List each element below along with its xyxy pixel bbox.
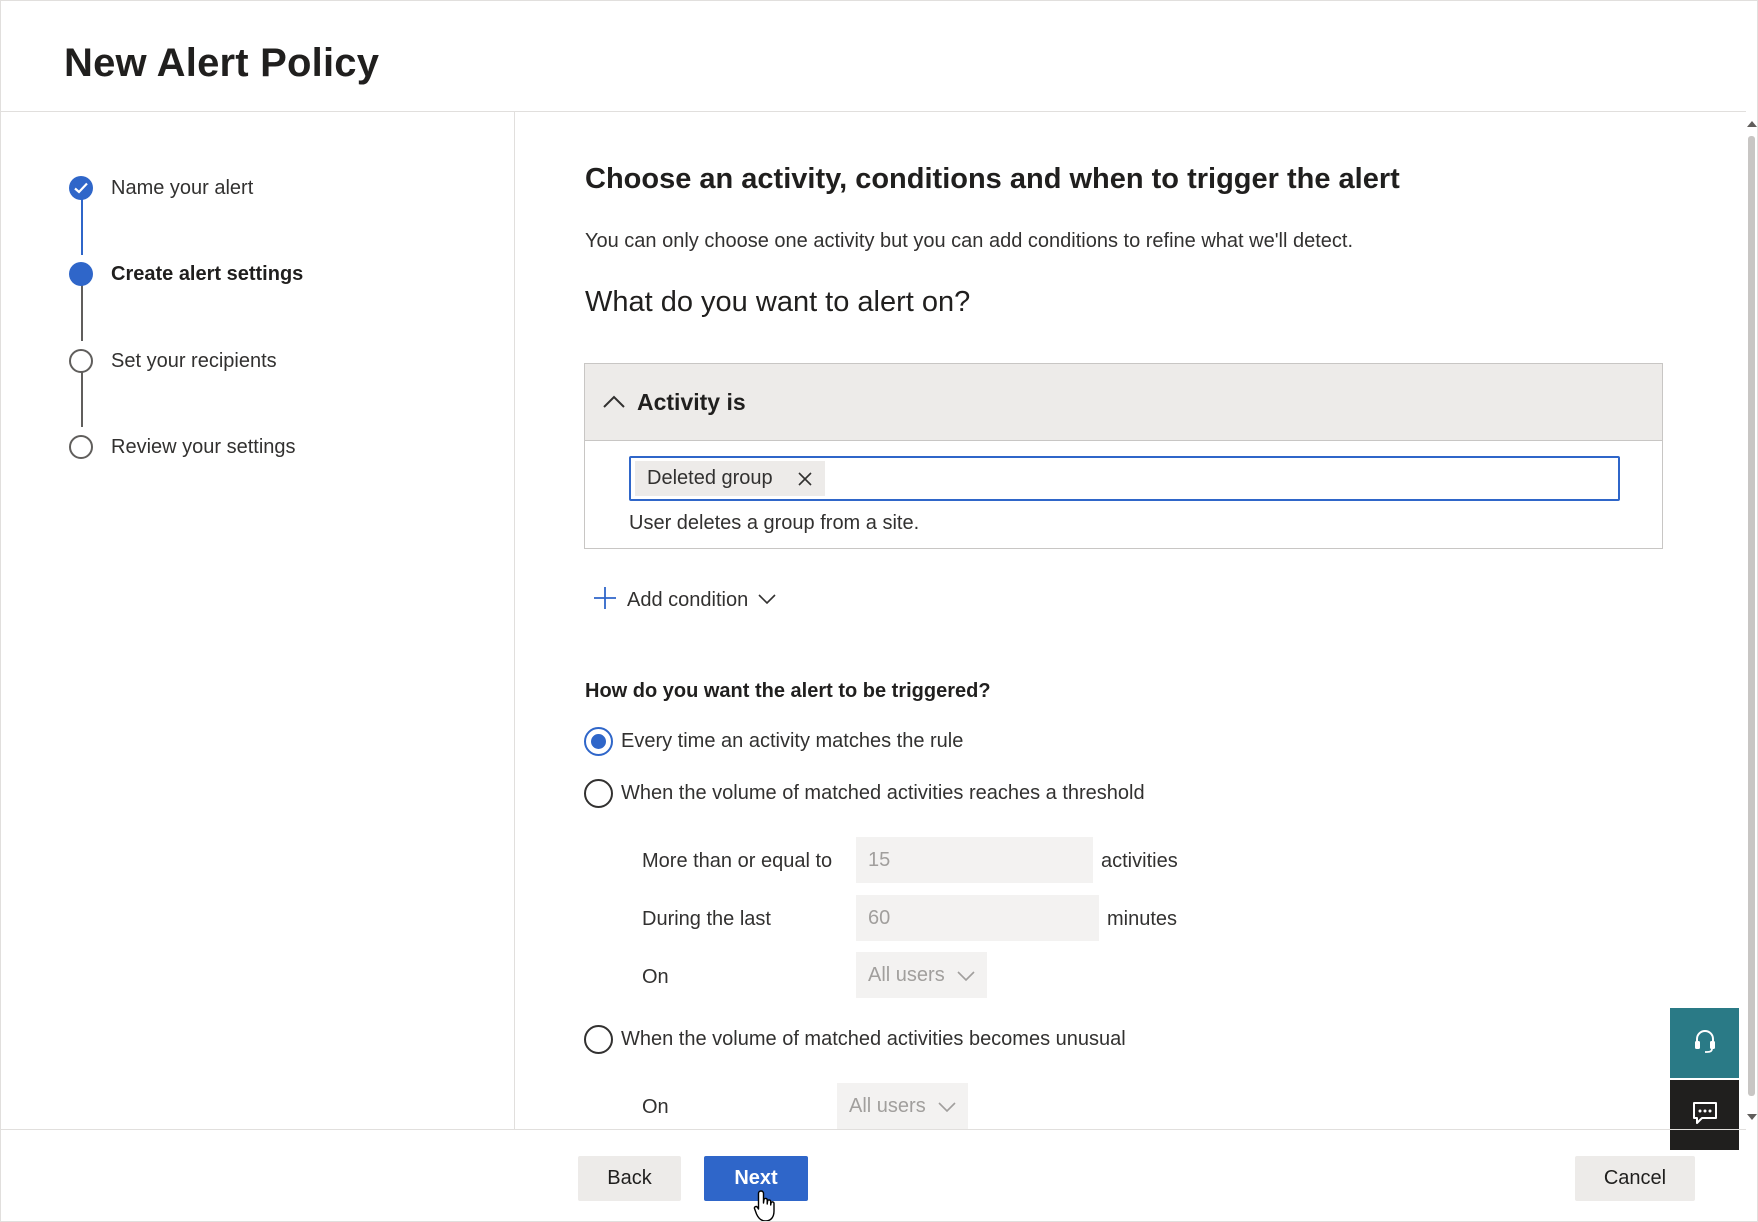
radio-unusual[interactable]: When the volume of matched activities be… [584,1024,1126,1054]
footer-divider [1,1129,1746,1130]
threshold-users-dropdown[interactable]: All users [856,952,987,998]
activity-description: User deletes a group from a site. [629,512,920,534]
threshold-count-input[interactable]: 15 [856,837,1093,883]
scroll-down-icon[interactable] [1747,1114,1757,1121]
scroll-up-icon[interactable] [1747,120,1757,127]
threshold-count-unit: activities [1101,850,1178,872]
feedback-icon [1692,1101,1718,1130]
alert-policy-wizard: New Alert Policy Name your alert Create … [0,0,1758,1222]
alert-on-heading: What do you want to alert on? [585,286,971,318]
unusual-users-dropdown[interactable]: All users [837,1083,968,1129]
radio-label: When the volume of matched activities re… [621,781,1145,804]
current-step-icon [69,262,93,286]
step-set-your-recipients[interactable]: Set your recipients [69,347,277,375]
help-button[interactable] [1670,1008,1739,1078]
activity-header-label: Activity is [637,388,746,415]
step-name-your-alert[interactable]: Name your alert [69,174,253,202]
vertical-scrollbar[interactable] [1744,112,1757,1129]
dropdown-value: All users [849,1094,926,1117]
more-than-label: More than or equal to [642,850,833,872]
activity-panel: Activity is Deleted group User deletes a… [584,363,1663,549]
trigger-question: How do you want the alert to be triggere… [585,680,991,702]
step-create-alert-settings[interactable]: Create alert settings [69,260,303,288]
section-heading: Choose an activity, conditions and when … [585,163,1400,195]
header-divider [1,111,1746,112]
step-label: Name your alert [111,176,254,199]
step-label: Create alert settings [111,262,304,285]
checkmark-icon [69,176,93,200]
threshold-on-label: On [642,966,669,988]
step-label: Review your settings [111,435,296,458]
radio-button[interactable] [584,726,613,756]
radio-label: When the volume of matched activities be… [621,1027,1126,1050]
upcoming-step-icon [69,435,93,459]
step-label: Set your recipients [111,349,277,372]
step-connector-1 [81,195,83,255]
threshold-minutes-unit: minutes [1107,908,1178,930]
radio-every-time[interactable]: Every time an activity matches the rule [584,726,963,756]
radio-button[interactable] [584,1024,613,1054]
activity-tag-label: Deleted group [647,467,773,489]
chevron-up-icon[interactable] [599,387,629,417]
section-description: You can only choose one activity but you… [585,230,1354,252]
step-review-your-settings[interactable]: Review your settings [69,433,296,461]
add-condition-label: Add condition [627,588,749,611]
cancel-button[interactable]: Cancel [1575,1156,1695,1201]
close-icon[interactable] [795,469,815,489]
plus-icon [593,586,617,615]
activity-picker-input[interactable]: Deleted group [629,456,1620,501]
scrollbar-thumb[interactable] [1748,136,1755,1096]
add-condition-button[interactable]: Add condition [593,584,776,616]
activity-panel-header[interactable]: Activity is [585,364,1662,441]
upcoming-step-icon [69,349,93,373]
page-title: New Alert Policy [64,41,380,85]
radio-label: Every time an activity matches the rule [621,729,964,752]
next-button[interactable]: Next [704,1156,808,1201]
step-connector-2 [81,283,83,341]
radio-button[interactable] [584,778,613,808]
radio-threshold[interactable]: When the volume of matched activities re… [584,778,1145,808]
activity-tag: Deleted group [635,461,825,496]
dropdown-value: All users [868,963,945,986]
feedback-button[interactable] [1670,1080,1739,1150]
during-last-label: During the last [642,908,771,930]
back-button[interactable]: Back [578,1156,681,1201]
unusual-on-label: On [642,1096,669,1118]
chevron-down-icon [957,964,975,987]
step-connector-3 [81,369,83,427]
sidebar-divider [514,112,515,1130]
chevron-down-icon [938,1095,956,1118]
headset-icon [1693,1028,1717,1059]
threshold-minutes-input[interactable]: 60 [856,895,1099,941]
chevron-down-icon [758,591,776,609]
